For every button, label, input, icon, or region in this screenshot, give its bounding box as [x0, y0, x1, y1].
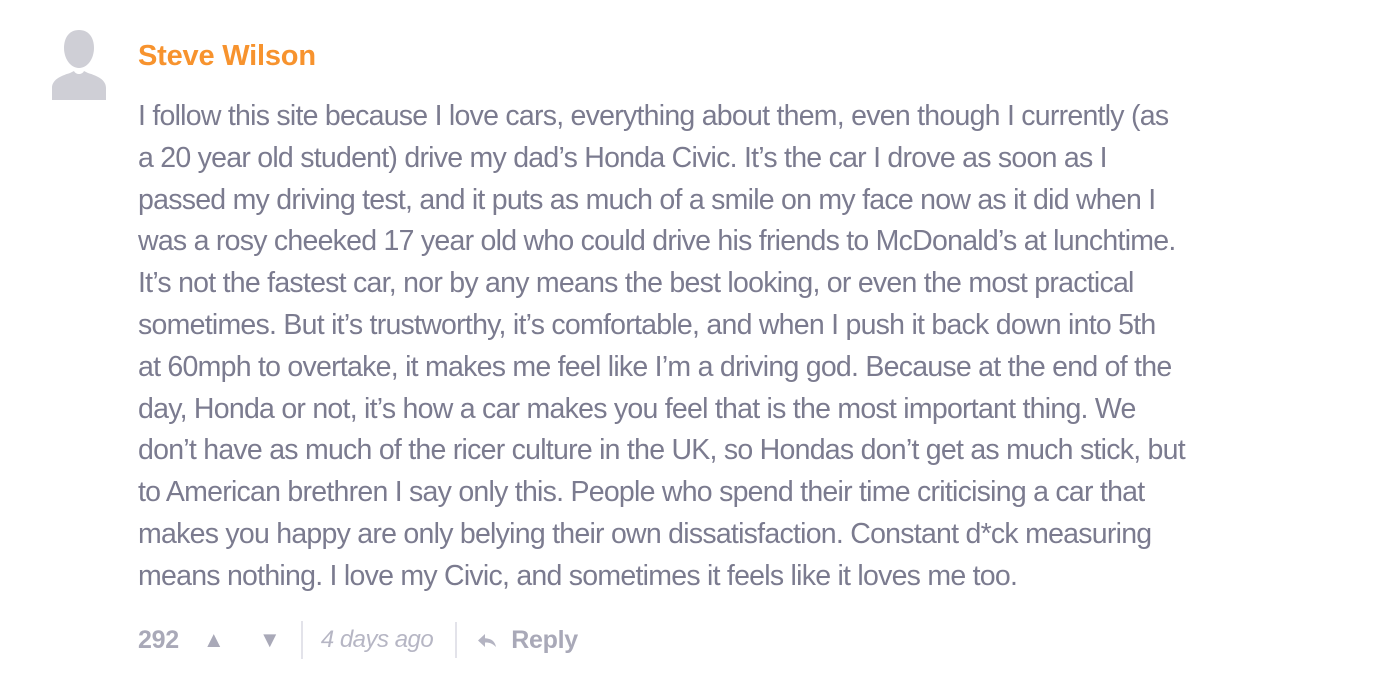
comment-body-line: sometimes. But it’s trustworthy, it’s co…	[138, 308, 1156, 341]
comment: Steve Wilson I follow this site because …	[0, 0, 1392, 692]
comment-body-line: at 60mph to overtake, it makes me feel l…	[138, 350, 1172, 383]
upvote-icon[interactable]: ▲	[201, 627, 227, 653]
divider	[455, 622, 458, 658]
comment-body-line: makes you happy are only belying their o…	[138, 517, 1152, 550]
comment-body-line: a 20 year old student) drive my dad’s Ho…	[138, 141, 1108, 174]
downvote-icon[interactable]: ▼	[257, 627, 283, 653]
comment-body-line: day, Honda or not, it’s how a car makes …	[138, 392, 1136, 425]
divider	[300, 621, 303, 659]
comment-body-line: means nothing. I love my Civic, and some…	[138, 559, 1018, 592]
user-avatar-icon[interactable]	[50, 28, 108, 100]
comment-body-line: passed my driving test, and it puts as m…	[138, 183, 1156, 216]
comment-body-line: It’s not the fastest car, nor by any mea…	[138, 267, 1134, 300]
comment-body-line: was a rosy cheeked 17 year old who could…	[138, 225, 1176, 258]
comment-footer: 292 ▲ ▼ 4 days ago Reply	[138, 620, 578, 660]
reply-button[interactable]: Reply	[477, 626, 578, 655]
reply-label: Reply	[511, 625, 578, 654]
comment-body-line: I follow this site because I love cars, …	[138, 100, 1169, 132]
comment-body: I follow this site because I love cars, …	[138, 96, 1363, 598]
reply-arrow-icon	[478, 634, 497, 647]
comment-body-line: don’t have as much of the ricer culture …	[138, 434, 1186, 467]
comment-body-line: to American brethren I say only this. Pe…	[138, 476, 1145, 509]
vote-score: 292	[138, 625, 179, 654]
comment-timestamp[interactable]: 4 days ago	[321, 626, 434, 654]
comment-author[interactable]: Steve Wilson	[138, 38, 316, 74]
